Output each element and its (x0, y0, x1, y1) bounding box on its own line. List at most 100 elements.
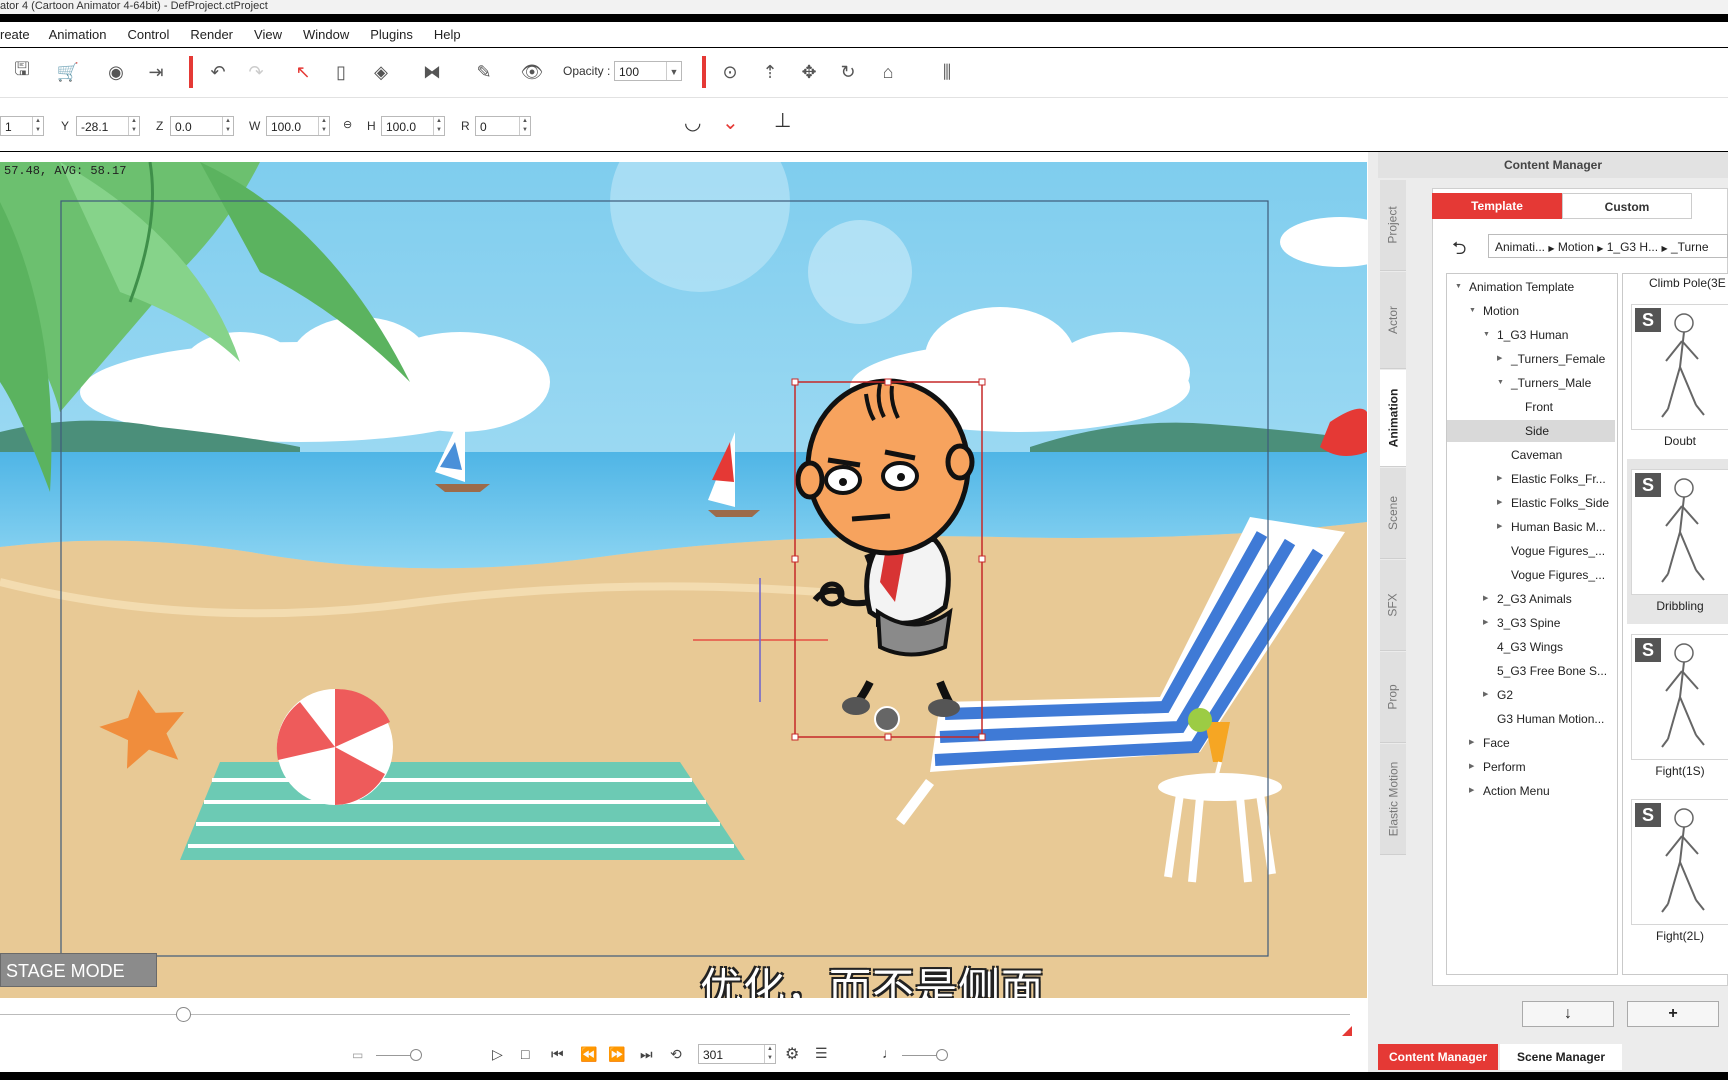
template-thumb[interactable]: S Doubt (1627, 294, 1728, 459)
tab-custom[interactable]: Custom (1562, 193, 1692, 219)
spin-arrows-icon[interactable]: ▲ ▼ (764, 1045, 775, 1063)
tree-node[interactable]: ▼ Animation Template (1447, 276, 1615, 298)
loop-icon[interactable]: ⟲ (670, 1046, 682, 1063)
frame-input[interactable]: 301 ▲ ▼ (698, 1044, 776, 1064)
redo-icon[interactable]: ↷ (242, 58, 270, 86)
timeline-slider-handle[interactable] (176, 1007, 191, 1022)
select-icon[interactable]: ↖ (289, 58, 317, 86)
settings-gear-icon[interactable]: ⚙ (785, 1044, 799, 1064)
tree-node[interactable]: ▼ _Turners_Male (1447, 372, 1615, 394)
tab-content-manager[interactable]: Content Manager (1378, 1044, 1498, 1070)
h-input[interactable]: 100.0 ▲ ▼ (381, 116, 445, 136)
expand-right-icon[interactable]: ▶ (1497, 516, 1502, 538)
first-frame-icon[interactable]: ⏮ (551, 1046, 564, 1063)
rotate-icon[interactable]: ↻ (834, 58, 862, 86)
tree-node[interactable]: ▶ Human Basic M... (1447, 516, 1615, 538)
menu-window[interactable]: Window (303, 27, 349, 42)
tree-node[interactable]: G3 Human Motion... (1447, 708, 1615, 730)
expand-right-icon[interactable]: ▶ (1469, 780, 1474, 802)
side-tab-actor[interactable]: Actor (1380, 272, 1406, 369)
tree-node[interactable]: Caveman (1447, 444, 1615, 466)
undo-icon[interactable]: ↶ (204, 58, 232, 86)
tree-node[interactable]: ▶ Elastic Folks_Side (1447, 492, 1615, 514)
r-input[interactable]: 0 ▲ ▼ (475, 116, 531, 136)
timeline-icon[interactable]: ☰ (815, 1045, 828, 1062)
tree-node[interactable]: ▼ 1_G3 Human (1447, 324, 1615, 346)
export-icon[interactable]: ⇥ (142, 58, 170, 86)
expand-down-icon[interactable]: ▼ (1455, 276, 1462, 298)
template-thumb[interactable]: S Dribbling (1627, 459, 1728, 624)
tree-node[interactable]: Vogue Figures_... (1447, 540, 1615, 562)
menu-animation[interactable]: Animation (49, 27, 107, 42)
preview-icon[interactable]: ◉ (102, 58, 130, 86)
side-tab-animation[interactable]: Animation (1380, 370, 1406, 467)
next-frame-icon[interactable]: ⏩ (608, 1046, 625, 1063)
move-up-icon[interactable]: ⇡ (756, 58, 784, 86)
eye-icon[interactable]: 👁 (518, 58, 546, 86)
side-tab-scene[interactable]: Scene (1380, 468, 1406, 559)
z-input[interactable]: 0.0 ▲ ▼ (170, 116, 234, 136)
download-button[interactable]: ↓ (1522, 1001, 1614, 1027)
tree-node[interactable]: ▶ 2_G3 Animals (1447, 588, 1615, 610)
ease-out-icon[interactable]: ⌄ (722, 110, 739, 135)
flip-icon[interactable]: ⧓ (418, 58, 446, 86)
pivot-icon[interactable]: ⊥ (774, 108, 791, 133)
side-tab-elastic-motion[interactable]: Elastic Motion (1380, 744, 1406, 855)
expand-right-icon[interactable]: ▶ (1497, 348, 1502, 370)
breadcrumb-item[interactable]: 1_G3 H... (1607, 240, 1658, 254)
tree-node[interactable]: ▶ G2 (1447, 684, 1615, 706)
expand-right-icon[interactable]: ▶ (1469, 732, 1474, 754)
side-tab-prop[interactable]: Prop (1380, 652, 1406, 743)
breadcrumb-item[interactable]: _Turne (1671, 240, 1709, 254)
spin-arrows-icon[interactable]: ▲ ▼ (519, 117, 530, 135)
ease-in-icon[interactable]: ◡ (684, 110, 701, 135)
tree-node[interactable]: ▶ Perform (1447, 756, 1615, 778)
speed-slider-handle[interactable] (410, 1049, 422, 1061)
menu-help[interactable]: Help (434, 27, 461, 42)
template-thumb[interactable]: S Fight(1S) (1627, 624, 1728, 789)
tree-node[interactable]: ▶ Action Menu (1447, 780, 1615, 802)
camera-icon[interactable]: ⊙ (716, 58, 744, 86)
template-thumb[interactable]: S Fight(2L) (1627, 789, 1728, 954)
expand-right-icon[interactable]: ▶ (1497, 492, 1502, 514)
tree-node[interactable]: 4_G3 Wings (1447, 636, 1615, 658)
save-icon[interactable]: 🖫 (8, 58, 36, 86)
spin-arrows-icon[interactable]: ▲ ▼ (433, 117, 444, 135)
side-tab-sfx[interactable]: SFX (1380, 560, 1406, 651)
ruler-icon[interactable]: ✎ (470, 58, 498, 86)
chevron-down-icon[interactable]: ▼ (666, 62, 681, 80)
align-icon[interactable]: ⫼ (933, 58, 961, 86)
menu-view[interactable]: View (254, 27, 282, 42)
expand-right-icon[interactable]: ▶ (1469, 756, 1474, 778)
back-icon[interactable]: ⮌ (1452, 236, 1466, 266)
menu-create[interactable]: reate (0, 27, 30, 42)
tree-node[interactable]: ▶ Elastic Folks_Fr... (1447, 468, 1615, 490)
move-icon[interactable]: ✥ (795, 58, 823, 86)
side-tab-project[interactable]: Project (1380, 180, 1406, 271)
tree-node[interactable]: ▶ Face (1447, 732, 1615, 754)
tree-node[interactable]: Vogue Figures_... (1447, 564, 1615, 586)
expand-right-icon[interactable]: ▶ (1483, 684, 1488, 706)
last-frame-icon[interactable]: ⏭ (640, 1046, 653, 1063)
tree-node[interactable]: Side (1447, 420, 1615, 442)
spin-arrows-icon[interactable]: ▲ ▼ (128, 117, 139, 135)
document-icon[interactable]: ▯ (327, 58, 355, 86)
tab-template[interactable]: Template (1432, 193, 1562, 219)
home-icon[interactable]: ⌂ (874, 58, 902, 86)
spin-arrows-icon[interactable]: ▲ ▼ (222, 117, 233, 135)
anchor-icon[interactable] (874, 706, 900, 732)
audio-slider-handle[interactable] (936, 1049, 948, 1061)
y-input[interactable]: -28.1 ▲ ▼ (76, 116, 140, 136)
tree-node[interactable]: ▶ _Turners_Female (1447, 348, 1615, 370)
prev-frame-icon[interactable]: ⏪ (580, 1046, 597, 1063)
expand-down-icon[interactable]: ▼ (1497, 372, 1504, 394)
expand-down-icon[interactable]: ▼ (1469, 300, 1476, 322)
spin-arrows-icon[interactable]: ▲ ▼ (32, 117, 43, 135)
tree-node[interactable]: 5_G3 Free Bone S... (1447, 660, 1615, 682)
spin-arrows-icon[interactable]: ▲ ▼ (318, 117, 329, 135)
opacity-input[interactable]: 100 ▼ (614, 61, 682, 81)
menu-render[interactable]: Render (190, 27, 233, 42)
expand-down-icon[interactable]: ▼ (1483, 324, 1490, 346)
store-icon[interactable]: 🛒 (54, 58, 82, 86)
menu-plugins[interactable]: Plugins (370, 27, 413, 42)
